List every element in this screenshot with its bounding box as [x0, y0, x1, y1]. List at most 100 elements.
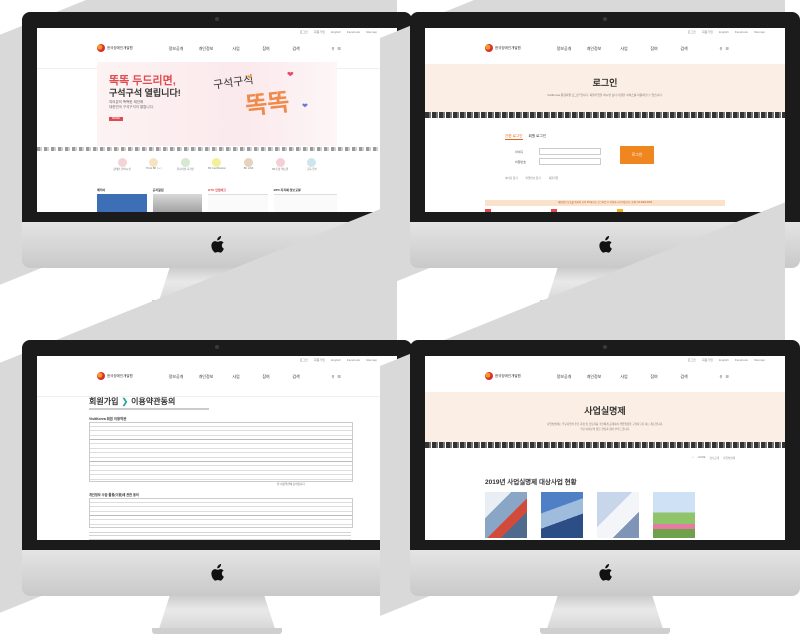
logo-mark-icon [97, 44, 105, 52]
search-icon[interactable]: ⚲ [331, 374, 334, 379]
id-field[interactable] [539, 148, 601, 155]
site-logo[interactable]: 한국장애인개발원 [97, 44, 133, 52]
nav-item[interactable]: 사업 [609, 374, 639, 380]
menu-icon[interactable]: ☰ [337, 374, 341, 379]
top-link[interactable]: 로그인 [688, 30, 696, 34]
top-link[interactable]: English [331, 30, 341, 34]
project-thumbnail[interactable] [541, 492, 583, 538]
nav-item[interactable]: 검색 [281, 46, 311, 52]
top-link[interactable]: Sitemap [366, 30, 377, 34]
project-thumbnails [485, 492, 695, 538]
top-link[interactable]: English [719, 30, 729, 34]
nav-item[interactable]: 사업 [609, 46, 639, 52]
nav-item[interactable]: 검색 [281, 374, 311, 380]
login-button[interactable]: 로그인 [620, 146, 654, 164]
board-box[interactable]: BTD 입법예고 [208, 188, 268, 212]
quick-link[interactable]: 유니버설 디자인 [170, 158, 200, 171]
header-icons: ⚲ ☰ [331, 374, 341, 379]
apple-logo-icon [599, 236, 612, 253]
hero-art-big: 똑똑 [244, 88, 291, 121]
nav-item[interactable]: 참여 [639, 46, 669, 52]
project-thumbnail[interactable] [597, 492, 639, 538]
board-box[interactable]: 배리어 [97, 188, 147, 212]
search-icon[interactable]: ⚲ [719, 46, 722, 51]
section1-title: VisitKorea 회원 이용약관 [89, 417, 127, 421]
nav-item[interactable]: 정보공개 [549, 46, 579, 52]
breadcrumb-item[interactable]: 정보공개 [710, 456, 720, 460]
quick-link[interactable]: Think BF ( + ) [139, 158, 169, 171]
menu-icon[interactable]: ☰ [337, 46, 341, 51]
quick-link[interactable]: 장애인 편의시설 [107, 158, 137, 171]
password-field[interactable] [539, 158, 601, 165]
top-link[interactable]: 회원가입 [314, 358, 325, 362]
top-link[interactable]: Facebook [735, 30, 748, 34]
signup-link[interactable]: 회원가입 [549, 176, 559, 180]
nav-item[interactable]: 개인정보 [579, 374, 609, 380]
site-logo[interactable]: 한국장애인개발원 [97, 372, 133, 380]
nav-item[interactable]: 검색 [669, 374, 699, 380]
logo-text: 한국장애인개발원 [107, 373, 133, 378]
top-link[interactable]: 회원가입 [702, 30, 713, 34]
home-icon[interactable]: ⌂ [692, 456, 694, 460]
quick-link[interactable]: 교육·연수 [297, 158, 327, 171]
nav-item[interactable]: 참여 [251, 46, 281, 52]
nav-item[interactable]: 사업 [221, 46, 251, 52]
project-thumbnail[interactable] [653, 492, 695, 538]
quick-link[interactable]: BF LINK [234, 158, 264, 171]
top-link[interactable]: 회원가입 [702, 358, 713, 362]
top-link[interactable]: 로그인 [300, 30, 308, 34]
top-link[interactable]: Facebook [347, 30, 360, 34]
nav-item[interactable]: 정보공개 [161, 46, 191, 52]
board-box[interactable]: 공지알림 [152, 188, 203, 212]
search-icon[interactable]: ⚲ [331, 46, 334, 51]
top-link[interactable]: Sitemap [754, 30, 765, 34]
nav-item[interactable]: 사업 [221, 374, 251, 380]
decorative-ribbon [425, 112, 785, 118]
heading-desc [89, 408, 209, 410]
menu-icon[interactable]: ☰ [725, 374, 729, 379]
heading-main: 회원가입 [89, 397, 119, 406]
nav-item[interactable]: 개인정보 [191, 374, 221, 380]
tab-simple-login[interactable]: 간편 로그인 [505, 134, 523, 140]
menu-icon[interactable]: ☰ [725, 46, 729, 51]
top-link[interactable]: 로그인 [300, 358, 308, 362]
find-password-link[interactable]: 비밀번호 찾기 [526, 176, 541, 180]
breadcrumb-item[interactable]: 사업실명제 [723, 456, 735, 460]
terms-box-2[interactable] [89, 498, 353, 528]
terms-box-1[interactable] [89, 422, 353, 482]
top-link[interactable]: 로그인 [688, 358, 696, 362]
nav-item[interactable]: 개인정보 [191, 46, 221, 52]
site-logo[interactable]: 한국장애인개발원 [485, 372, 521, 380]
nav-item[interactable]: 개인정보 [579, 46, 609, 52]
main-nav: 정보공개 개인정보 사업 참여 검색 [549, 374, 699, 380]
tab-member-login[interactable]: 회원 로그인 [529, 134, 547, 140]
nav-item[interactable]: 정보공개 [161, 374, 191, 380]
site-header: 로그인 회원가입 English Facebook Sitemap 한국장애인개… [425, 28, 785, 69]
top-link[interactable]: Sitemap [754, 358, 765, 362]
board-box[interactable]: BTD 지자체 정보교류 [273, 188, 337, 212]
nav-item[interactable]: 참여 [251, 374, 281, 380]
main-nav: 정보공개 개인정보 사업 참여 검색 [161, 374, 311, 380]
top-link[interactable]: 회원가입 [314, 30, 325, 34]
nav-item[interactable]: 참여 [639, 374, 669, 380]
screen: 로그인 회원가입 English Facebook Sitemap 한국장애인개… [37, 356, 397, 540]
screen: 로그인 회원가입 English Facebook Sitemap 한국장애인개… [425, 28, 785, 212]
monitor-4: 로그인 회원가입 English Facebook Sitemap 한국장애인개… [380, 202, 800, 638]
top-link[interactable]: Facebook [735, 358, 748, 362]
top-link[interactable]: Facebook [347, 358, 360, 362]
quick-link[interactable]: BF Certification [202, 158, 232, 171]
top-link[interactable]: English [719, 358, 729, 362]
breadcrumb-item[interactable]: HOME [698, 456, 706, 460]
apple-logo-icon [211, 564, 224, 581]
project-thumbnail[interactable] [485, 492, 527, 538]
search-icon[interactable]: ⚲ [719, 374, 722, 379]
quick-link[interactable]: BF조성 매뉴얼 [265, 158, 295, 171]
hero-more-button[interactable]: MORE [109, 117, 123, 121]
nav-item[interactable]: 검색 [669, 46, 699, 52]
find-id-link[interactable]: 아이디 찾기 [505, 176, 518, 180]
top-link[interactable]: Sitemap [366, 358, 377, 362]
top-links: 로그인 회원가입 English Facebook Sitemap [300, 358, 377, 362]
top-link[interactable]: English [331, 358, 341, 362]
nav-item[interactable]: 정보공개 [549, 374, 579, 380]
site-logo[interactable]: 한국장애인개발원 [485, 44, 521, 52]
